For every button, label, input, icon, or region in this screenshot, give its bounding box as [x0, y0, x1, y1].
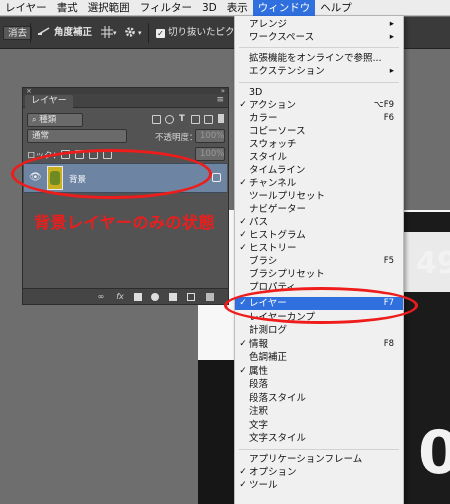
- divider: [30, 23, 31, 43]
- check-icon: ✓: [156, 29, 165, 38]
- layers-panel-footer: ∞ fx: [23, 288, 228, 304]
- menu-item-browse-extensions[interactable]: 拡張機能をオンラインで参照...: [235, 52, 403, 65]
- lock-icon: [212, 173, 221, 182]
- menu-separator: [239, 47, 399, 48]
- menu-item-application-frame[interactable]: アプリケーションフレーム: [235, 453, 403, 466]
- tab-layers[interactable]: レイヤー: [25, 95, 73, 108]
- filter-toggle-icon[interactable]: [218, 114, 224, 123]
- menu-separator: [239, 82, 399, 83]
- canvas-digit-bottom: 0: [418, 418, 450, 488]
- check-icon: ✓: [239, 339, 247, 349]
- straighten-label[interactable]: 角度補正: [54, 26, 92, 40]
- menu-item-notes[interactable]: 注釈: [235, 405, 403, 418]
- check-icon: ✓: [239, 100, 247, 110]
- check-icon: ✓: [239, 480, 247, 490]
- menu-view[interactable]: 表示: [222, 0, 253, 16]
- menu-item-adjustments[interactable]: 色調補正: [235, 351, 403, 364]
- menu-help[interactable]: ヘルプ: [315, 0, 357, 16]
- menu-item-arrange[interactable]: アレンジ ▸: [235, 18, 403, 31]
- blend-mode-select[interactable]: 通常: [27, 129, 127, 143]
- straighten-icon[interactable]: [38, 26, 50, 40]
- fill-value: 100%: [200, 149, 225, 159]
- chevron-down-icon[interactable]: ▾: [113, 26, 117, 40]
- menu-item-brush[interactable]: ブラシ F5: [235, 255, 403, 268]
- menu-item-workspace[interactable]: ワークスペース ▸: [235, 31, 403, 44]
- menu-item-styles[interactable]: スタイル: [235, 151, 403, 164]
- menu-separator: [239, 449, 399, 450]
- check-icon: ✓: [239, 217, 247, 227]
- opacity-label: 不透明度：: [155, 133, 198, 143]
- menu-item-clone-source[interactable]: コピーソース: [235, 125, 403, 138]
- annotation-ellipse-layer: [11, 149, 212, 199]
- canvas-digit-top: 49: [416, 246, 450, 281]
- menu-layer[interactable]: レイヤー: [0, 0, 52, 16]
- check-icon: ✓: [239, 243, 247, 253]
- erase-button[interactable]: 消去: [3, 26, 33, 40]
- menu-item-channels[interactable]: ✓ チャンネル: [235, 177, 403, 190]
- panel-tab-bar: レイヤー ≡: [23, 94, 228, 108]
- check-icon: ✓: [239, 467, 247, 477]
- chevron-down-icon[interactable]: ▾: [138, 26, 142, 40]
- trash-icon[interactable]: [206, 293, 214, 301]
- menu-item-actions[interactable]: ✓ アクション ⌥F9: [235, 99, 403, 112]
- window-menu-dropdown: アレンジ ▸ ワークスペース ▸ 拡張機能をオンラインで参照... エクステンション…: [234, 16, 404, 504]
- panel-menu-icon[interactable]: ≡: [216, 95, 224, 105]
- menu-item-paths[interactable]: ✓ パス: [235, 216, 403, 229]
- type-filter-icon[interactable]: T: [179, 114, 185, 124]
- annotation-caption: 背景レイヤーのみの状態: [34, 213, 216, 232]
- menu-item-timeline[interactable]: タイムライン: [235, 164, 403, 177]
- mask-icon[interactable]: [134, 293, 142, 301]
- opacity-field[interactable]: 100%: [195, 129, 225, 143]
- menu-item-measurement-log[interactable]: 計測ログ: [235, 324, 403, 337]
- grid-icon[interactable]: [101, 26, 113, 40]
- filter-kind-select[interactable]: ⌕ 種類: [27, 113, 83, 127]
- menu-item-character-styles[interactable]: 文字スタイル: [235, 432, 403, 445]
- fill-field[interactable]: 100%: [195, 147, 225, 161]
- menu-item-attributes[interactable]: ✓ 属性: [235, 365, 403, 378]
- annotation-ellipse-menu: [224, 287, 418, 324]
- adjustment-icon[interactable]: [151, 293, 159, 301]
- fx-icon[interactable]: fx: [116, 293, 124, 301]
- menu-item-extensions[interactable]: エクステンション ▸: [235, 65, 403, 78]
- menu-select[interactable]: 選択範囲: [83, 0, 135, 16]
- check-icon: ✓: [239, 230, 247, 240]
- menu-item-paragraph-styles[interactable]: 段落スタイル: [235, 392, 403, 405]
- menu-window[interactable]: ウィンドウ: [252, 0, 316, 16]
- menu-filter[interactable]: フィルター: [135, 0, 197, 16]
- shape-filter-icon[interactable]: [191, 115, 200, 124]
- menu-item-info[interactable]: ✓ 情報 F8: [235, 338, 403, 351]
- menu-item-color[interactable]: カラー F6: [235, 112, 403, 125]
- menu-item-histogram[interactable]: ✓ ヒストグラム: [235, 229, 403, 242]
- filter-kind-label: 種類: [39, 115, 57, 125]
- check-icon: ✓: [239, 366, 247, 376]
- link-icon[interactable]: ∞: [97, 293, 105, 301]
- menu-item-navigator[interactable]: ナビゲーター: [235, 203, 403, 216]
- menu-item-tools[interactable]: ✓ ツール: [235, 479, 403, 492]
- menu-bar: レイヤー 書式 選択範囲 フィルター 3D 表示 ウィンドウ ヘルプ: [0, 0, 450, 16]
- gear-icon[interactable]: [124, 26, 136, 40]
- smart-object-filter-icon[interactable]: [204, 115, 213, 124]
- menu-item-swatches[interactable]: スウォッチ: [235, 138, 403, 151]
- menu-item-character[interactable]: 文字: [235, 419, 403, 432]
- menu-item-tool-presets[interactable]: ツールプリセット: [235, 190, 403, 203]
- menu-item-paragraph[interactable]: 段落: [235, 378, 403, 391]
- check-icon: ✓: [239, 178, 247, 188]
- divider: [148, 23, 149, 43]
- menu-item-3d[interactable]: 3D: [235, 86, 403, 99]
- opacity-value: 100%: [200, 131, 225, 141]
- search-icon: ⌕: [32, 115, 37, 124]
- menu-item-brush-presets[interactable]: ブラシプリセット: [235, 268, 403, 281]
- blend-mode-label: 通常: [32, 131, 50, 141]
- menu-type[interactable]: 書式: [52, 0, 83, 16]
- adjustment-filter-icon[interactable]: [165, 115, 174, 124]
- menu-item-options[interactable]: ✓ オプション: [235, 466, 403, 479]
- menu-3d[interactable]: 3D: [197, 0, 222, 16]
- folder-icon[interactable]: [169, 293, 177, 301]
- menu-item-history[interactable]: ✓ ヒストリー: [235, 242, 403, 255]
- pixel-filter-icon[interactable]: [152, 115, 161, 124]
- new-layer-icon[interactable]: [187, 293, 195, 301]
